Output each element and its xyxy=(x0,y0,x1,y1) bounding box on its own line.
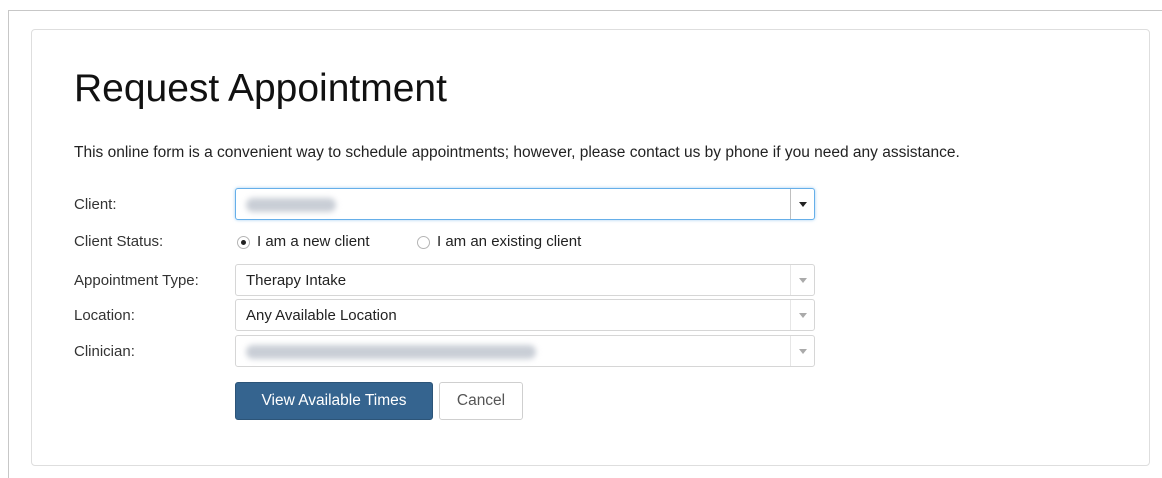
chevron-down-icon xyxy=(799,278,807,283)
radio-new-client-label[interactable]: I am a new client xyxy=(257,232,370,252)
intro-text: This online form is a convenient way to … xyxy=(74,144,960,161)
clinician-dropdown-button[interactable] xyxy=(790,336,814,366)
client-select[interactable] xyxy=(235,188,815,220)
clinician-value-redacted xyxy=(246,345,536,359)
radio-existing-client-label[interactable]: I am an existing client xyxy=(437,232,581,252)
page-title: Request Appointment xyxy=(74,67,447,110)
client-dropdown-button[interactable] xyxy=(790,189,814,219)
appointment-type-select[interactable]: Therapy Intake xyxy=(235,264,815,296)
appointment-type-dropdown-button[interactable] xyxy=(790,265,814,295)
clinician-label: Clinician: xyxy=(74,343,135,360)
client-status-label: Client Status: xyxy=(74,233,164,250)
chevron-down-icon xyxy=(799,313,807,318)
cancel-button[interactable]: Cancel xyxy=(439,382,523,420)
view-available-times-button[interactable]: View Available Times xyxy=(235,382,433,420)
client-value-redacted xyxy=(246,198,336,212)
radio-new-client[interactable] xyxy=(237,236,250,249)
appointment-type-value: Therapy Intake xyxy=(246,272,347,289)
location-select[interactable]: Any Available Location xyxy=(235,299,815,331)
location-value: Any Available Location xyxy=(246,307,397,324)
chevron-down-icon xyxy=(799,202,807,207)
radio-existing-client[interactable] xyxy=(417,236,430,249)
location-dropdown-button[interactable] xyxy=(790,300,814,330)
clinician-select[interactable] xyxy=(235,335,815,367)
client-label: Client: xyxy=(74,196,117,213)
appointment-type-label: Appointment Type: xyxy=(74,272,199,289)
location-label: Location: xyxy=(74,307,135,324)
chevron-down-icon xyxy=(799,349,807,354)
